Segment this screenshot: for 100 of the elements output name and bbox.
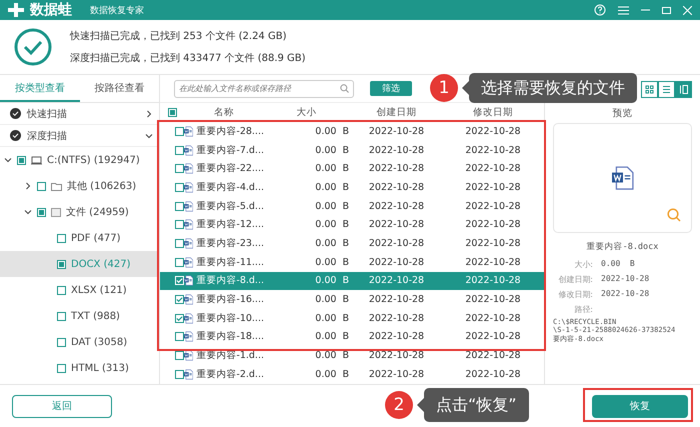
detail-label: 修改日期: [557,289,593,300]
checkbox[interactable] [175,202,184,211]
tree-item[interactable]: DAT (3058) [0,329,159,355]
close-icon[interactable] [683,6,692,14]
callout-pointer [417,398,424,412]
maximize-icon[interactable] [662,6,671,14]
checkbox[interactable] [175,332,184,342]
view-tab[interactable]: 按路径查看 [80,75,159,102]
file-row[interactable]: 重要内容-11.... 0.00 B 2022-10-28 2022-10-28 [160,252,544,272]
file-name: 重要内容-22.... [196,162,264,176]
checkbox[interactable] [175,370,184,379]
file-row[interactable]: 重要内容-4.d... 0.00 B 2022-10-28 2022-10-28 [160,178,544,197]
search-field[interactable]: 在此处输入文件名称或保存路径 [174,80,354,98]
column-header[interactable]: 修改日期 [444,106,542,118]
layout-toggle[interactable] [641,80,658,98]
tree-item[interactable]: C:(NTFS) (192947) [0,147,159,173]
checkbox[interactable] [57,364,66,372]
back-button[interactable]: 返回 [12,394,112,418]
checkbox[interactable] [17,156,26,164]
tree-label: DAT (3058) [71,336,128,348]
file-row[interactable]: 重要内容-28.... 0.00 B 2022-10-28 2022-10-28 [160,122,544,141]
checkbox[interactable] [57,286,66,294]
column-header[interactable]: 名称 [184,106,264,118]
checkbox[interactable] [175,238,184,248]
checkbox[interactable] [37,182,46,190]
scan-item[interactable]: 快速扫描 [0,103,159,125]
checkbox[interactable] [57,312,66,320]
word-document-icon [184,368,194,380]
menu-icon[interactable] [618,6,629,14]
tree-item[interactable]: 其他 (106263) [0,173,159,199]
file-row[interactable]: 重要内容-18.... 0.00 B 2022-10-28 2022-10-28 [160,328,544,346]
file-row[interactable]: 重要内容-7.d... 0.00 B 2022-10-28 2022-10-28 [160,140,544,160]
tree-label: DOCX (427) [71,258,130,270]
minimize-icon[interactable] [641,9,650,11]
scan-item[interactable]: 深度扫描 [0,125,159,147]
chevron-down-icon[interactable] [24,208,32,216]
modified-date: 2022-10-28 [464,312,522,324]
detail-value: 0.00 B [601,259,635,270]
modified-date: 2022-10-28 [464,219,522,230]
word-document-icon [184,219,194,230]
checkbox[interactable] [57,260,66,268]
created-date: 2022-10-28 [368,331,426,342]
checkbox[interactable] [175,182,184,192]
checkbox[interactable] [175,314,184,323]
checkbox[interactable] [175,295,184,304]
file-row[interactable]: 重要内容-10.... 0.00 B 2022-10-28 2022-10-28 [160,308,544,328]
checkbox[interactable] [168,108,176,116]
search-icon[interactable] [340,84,349,93]
search-icon[interactable] [667,208,681,222]
layout-toggle[interactable] [675,80,692,98]
created-date: 2022-10-28 [368,238,426,249]
checkbox[interactable] [175,126,184,136]
checkbox[interactable] [175,164,184,174]
file-row[interactable]: 重要内容-8.d... 0.00 B 2022-10-28 2022-10-28 [160,272,544,290]
file-row[interactable]: 重要内容-23.... 0.00 B 2022-10-28 2022-10-28 [160,234,544,253]
file-row[interactable]: 重要内容-22.... 0.00 B 2022-10-28 2022-10-28 [160,159,544,178]
chevron-down-icon[interactable] [145,132,153,140]
modified-date: 2022-10-28 [464,238,522,249]
chevron-down-icon[interactable] [4,156,12,164]
callout-bubble: 点击“恢复” [424,388,529,422]
checkbox[interactable] [175,258,184,267]
checkbox[interactable] [57,338,66,346]
checkbox[interactable] [175,220,184,230]
tree-item[interactable]: XLSX (121) [0,277,159,303]
checkbox[interactable] [175,146,184,155]
tree-item[interactable]: PDF (477) [0,225,159,251]
view-tab[interactable]: 按类型查看 [0,75,80,102]
created-date: 2022-10-28 [368,126,426,137]
column-header[interactable]: 创建日期 [349,106,444,118]
preview-file-name: 重要内容-8.docx [586,241,660,253]
file-row[interactable]: 重要内容-2.d... 0.00 B 2022-10-28 2022-10-28 [160,364,544,384]
tree-item[interactable]: TXT (988) [0,303,159,329]
word-document-icon [184,163,194,174]
modified-date: 2022-10-28 [464,294,522,306]
column-header[interactable]: 大小 [264,106,349,118]
file-name: 重要内容-4.d... [196,180,264,194]
help-icon[interactable] [594,4,606,16]
chevron-right-icon[interactable] [24,182,32,190]
checkmark-circle-icon [14,28,52,66]
checkbox[interactable] [57,234,66,242]
file-size: 0.00 B [314,275,349,286]
detail-label: 路径: [573,304,593,315]
created-date: 2022-10-28 [368,219,426,230]
recover-button[interactable]: 恢复 [592,394,688,418]
file-name: 重要内容-5.d... [196,200,264,213]
tree-item[interactable]: HTML (313) [0,355,159,381]
chevron-right-icon[interactable] [145,110,153,118]
tree-item[interactable]: 文件 (24959) [0,199,159,225]
filter-button[interactable]: 筛选 [370,81,412,96]
layout-toggle[interactable] [658,80,675,98]
created-date: 2022-10-28 [368,350,426,362]
detail-label: 创建日期: [557,274,593,285]
file-row[interactable]: 重要内容-5.d... 0.00 B 2022-10-28 2022-10-28 [160,196,544,216]
file-size: 0.00 B [314,200,349,212]
created-date: 2022-10-28 [368,275,426,286]
checkbox[interactable] [37,208,46,216]
checkbox[interactable] [175,351,184,360]
file-row[interactable]: 重要内容-12.... 0.00 B 2022-10-28 2022-10-28 [160,215,544,234]
modified-date: 2022-10-28 [464,182,522,193]
file-row[interactable]: 重要内容-16.... 0.00 B 2022-10-28 2022-10-28 [160,290,544,309]
